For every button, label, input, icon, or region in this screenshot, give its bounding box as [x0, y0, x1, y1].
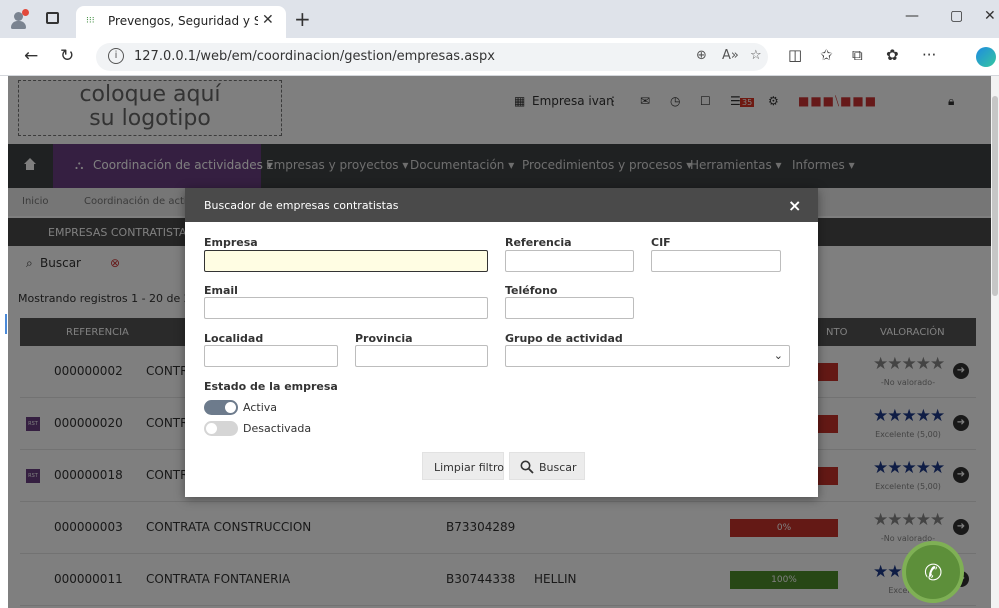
favorites-icon[interactable]: ✩: [820, 46, 833, 64]
site-favicon-icon: ⁝⁝⁝: [86, 16, 95, 26]
clear-filter-label: Limpiar filtro: [434, 461, 505, 474]
email-input[interactable]: [204, 297, 488, 319]
telefono-input[interactable]: [505, 297, 634, 319]
modal-title: Buscador de empresas contratistas: [204, 199, 399, 212]
empresa-label: Empresa: [204, 236, 258, 249]
read-aloud-icon[interactable]: A»: [722, 48, 739, 63]
grupo-actividad-select[interactable]: ⌄: [505, 345, 790, 367]
clear-filter-button[interactable]: Limpiar filtro: [422, 452, 504, 480]
address-bar-row: ← ↻ i 127.0.0.1/web/em/coordinacion/gest…: [0, 38, 999, 76]
refresh-icon[interactable]: ↻: [60, 46, 74, 66]
url-field[interactable]: i 127.0.0.1/web/em/coordinacion/gestion/…: [96, 43, 768, 71]
page-scrollbar[interactable]: [991, 76, 999, 608]
close-window-icon[interactable]: ✕: [984, 8, 996, 24]
localidad-label: Localidad: [204, 332, 264, 345]
email-label: Email: [204, 284, 238, 297]
search-button[interactable]: Buscar: [509, 452, 585, 480]
search-companies-modal: Buscador de empresas contratistas × Empr…: [185, 188, 818, 497]
close-icon[interactable]: ×: [788, 196, 801, 215]
search-icon: [520, 460, 534, 474]
desactivada-label: Desactivada: [243, 422, 312, 435]
chevron-down-icon: ⌄: [773, 349, 783, 362]
edge-icon[interactable]: [976, 47, 996, 67]
grupo-actividad-label: Grupo de actividad: [505, 332, 623, 345]
search-label: Buscar: [539, 461, 577, 474]
url-text: 127.0.0.1/web/em/coordinacion/gestion/em…: [134, 49, 495, 64]
cif-input[interactable]: [651, 250, 781, 272]
desactivada-toggle[interactable]: [204, 421, 238, 436]
referencia-input[interactable]: [505, 250, 634, 272]
tab-title: Prevengos, Seguridad y Salud Lab: [108, 14, 258, 28]
activa-toggle[interactable]: [204, 400, 238, 415]
back-icon[interactable]: ←: [24, 46, 38, 66]
favorite-icon[interactable]: ☆: [750, 48, 762, 63]
modal-header: Buscador de empresas contratistas ×: [185, 188, 818, 222]
more-icon[interactable]: ···: [922, 46, 936, 64]
estado-label: Estado de la empresa: [204, 380, 338, 393]
extensions-icon[interactable]: ✿: [886, 46, 899, 64]
referencia-label: Referencia: [505, 236, 572, 249]
new-tab-icon[interactable]: +: [294, 7, 311, 31]
split-screen-icon[interactable]: ◫: [788, 46, 802, 64]
browser-tab[interactable]: ⁝⁝⁝ Prevengos, Seguridad y Salud Lab ✕: [76, 6, 286, 38]
maximize-icon[interactable]: ▢: [950, 8, 963, 24]
tab-actions-icon[interactable]: [46, 12, 59, 24]
localidad-input[interactable]: [204, 345, 338, 367]
zoom-icon[interactable]: ⊕: [696, 48, 707, 63]
info-icon[interactable]: i: [108, 48, 124, 64]
browser-tab-bar: ⁝⁝⁝ Prevengos, Seguridad y Salud Lab ✕ +…: [0, 0, 999, 38]
provincia-label: Provincia: [355, 332, 413, 345]
call-button[interactable]: ✆: [902, 541, 964, 603]
phone-icon: ✆: [924, 561, 943, 586]
activa-label: Activa: [243, 401, 277, 414]
telefono-label: Teléfono: [505, 284, 558, 297]
cif-label: CIF: [651, 236, 671, 249]
close-tab-icon[interactable]: ✕: [262, 12, 274, 28]
empresa-input[interactable]: [204, 250, 488, 272]
collections-icon[interactable]: ⧉: [852, 46, 863, 64]
left-margin: [0, 76, 8, 608]
profile-icon[interactable]: [8, 9, 30, 31]
minimize-icon[interactable]: —: [905, 8, 919, 24]
provincia-input[interactable]: [355, 345, 488, 367]
